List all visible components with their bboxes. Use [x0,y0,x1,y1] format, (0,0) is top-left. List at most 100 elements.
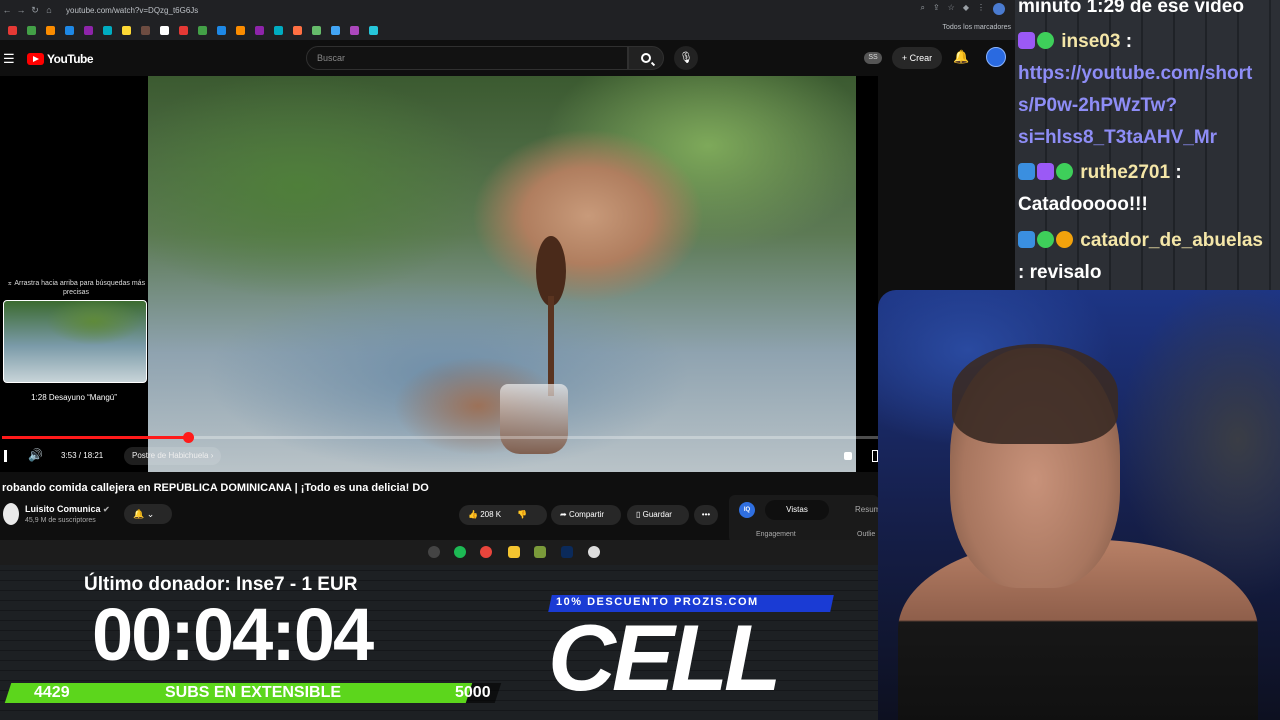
chat-link[interactable]: s/P0w-2hPWzTw? [1018,95,1177,117]
bookmark-icon[interactable] [84,25,93,35]
engagement-label: Engagement [756,531,796,538]
gift-badge-icon [1056,163,1073,180]
chrome-icon[interactable] [480,546,492,558]
bookmarks-folder[interactable]: Todos los marcadores [943,24,1011,31]
bookmark-icon[interactable] [274,25,283,35]
scrub-chapter-label: 1:28 Desayuno “Mangú” [31,393,117,402]
play-pause-icon[interactable] [4,450,7,462]
forward-icon[interactable]: → [14,5,28,15]
create-button[interactable]: + Crear [892,47,942,69]
bookmark-icon[interactable] [312,25,321,35]
channel-name[interactable]: Luisito Comunica ✔ [25,504,110,514]
bookmark-icon[interactable] [198,25,207,35]
bookmark-icon[interactable] [65,25,74,35]
youtube-logo[interactable]: YouTube [27,52,94,66]
chat-message: Catadooooo!!! [1018,194,1148,215]
outliers-label: Outlie [857,531,876,538]
obs-icon[interactable] [428,546,440,558]
iq-icon[interactable]: IQ [739,502,755,518]
channel-avatar[interactable] [3,503,19,525]
verified-icon: ✔ [103,505,110,514]
reload-icon[interactable]: ↻ [28,5,42,16]
bookmark-icon[interactable] [255,25,264,35]
save-button[interactable]: ▯ Guardar [627,505,689,525]
app-icon[interactable] [534,546,546,558]
player-controls: 🔊 3:53 / 18:21 Postre de Habichuela › [0,446,878,468]
url-text[interactable]: youtube.com/watch?v=DQzg_t6G6Js [66,6,198,15]
bookmark-icon[interactable] [331,25,340,35]
subscriber-count: 45,9 M de suscriptores [25,517,96,524]
bookmark-icon[interactable] [103,25,112,35]
menu-icon[interactable]: ⋮ [977,3,985,15]
tab-resumen[interactable]: Resum [855,505,880,514]
bookmark-icon[interactable] [27,25,36,35]
chat-username[interactable]: catador_de_abuelas [1080,230,1263,251]
bookmark-icon[interactable] [217,25,226,35]
share-icon[interactable]: ⇪ [933,3,940,15]
taskbar [0,540,878,565]
progress-handle[interactable] [182,432,194,443]
account-avatar[interactable] [986,47,1006,67]
notifications-icon[interactable]: 🔔 [953,49,969,65]
bookmark-icon[interactable] [122,25,131,35]
back-icon[interactable]: ← [0,5,14,15]
autoplay-icon[interactable] [844,452,852,460]
like-icon: 👍 [468,510,481,519]
bookmark-icon[interactable] [350,25,359,35]
bookmark-icon[interactable] [8,25,17,35]
extension-icon[interactable]: ◆ [963,3,969,15]
chapter-button[interactable]: Postre de Habichuela › [124,447,222,465]
sub-badge-icon [1018,32,1035,49]
video-player[interactable]: ⌅ Arrastra hacia arriba para búsquedas m… [0,76,878,472]
more-actions-button[interactable]: ••• [694,505,718,525]
chat-link[interactable]: si=hlss8_T3taAHV_Mr [1018,127,1217,149]
paint-icon[interactable] [588,546,600,558]
dislike-icon[interactable]: 👎 [517,510,527,519]
chat-username[interactable]: inse03 [1061,31,1120,52]
home-icon[interactable]: ⌂ [42,5,56,15]
video-frame[interactable] [148,76,856,472]
sub-badge-icon [1037,163,1054,180]
chat-message: : revisalo [1018,262,1102,283]
bookmark-icon: ▯ [636,510,643,519]
search-input[interactable]: Buscar [306,46,628,70]
bookmark-icon[interactable] [141,25,150,35]
volume-icon[interactable]: 🔊 [28,448,43,462]
bookmark-icon[interactable] [369,25,378,35]
hamburger-icon[interactable]: ☰ [3,51,15,67]
chat-message: inse03 : [1018,31,1132,53]
bookmark-icon[interactable] [179,25,188,35]
subs-goal-bar: 4429 SUBS EN EXTENSIBLE 5000 [4,681,502,705]
search-icon [641,53,651,63]
logo-text: YouTube [47,52,94,66]
share-button[interactable]: ➦ Compartir [551,505,621,525]
bookmark-icon[interactable] [236,25,245,35]
gift-badge-icon [1037,32,1054,49]
star-icon[interactable]: ☆ [948,3,955,15]
profile-avatar[interactable] [993,3,1005,15]
progress-bar[interactable] [2,432,878,443]
progress-fill [2,436,188,439]
browser-actions: ⌕ ⇪ ☆ ◆ ⋮ [920,3,1005,15]
bookmark-icon[interactable] [293,25,302,35]
bookmark-icon[interactable] [160,25,169,35]
subscription-bell-button[interactable]: 🔔 ⌄ [124,504,172,524]
address-bar[interactable]: ← → ↻ ⌂ youtube.com/watch?v=DQzg_t6G6Js … [0,0,1015,20]
spotify-icon[interactable] [454,546,466,558]
mic-icon[interactable]: 🎙 [674,46,698,70]
bookmarks-bar: Todos los marcadores [0,20,1015,40]
ss-badge: SS [864,52,882,64]
folder-icon[interactable] [508,546,520,558]
subs-label: SUBS EN EXTENSIBLE [165,684,342,701]
zoom-icon[interactable]: ⌕ [920,3,924,15]
search-button[interactable] [628,46,664,70]
streamer-hair [952,344,1118,444]
like-button[interactable]: 👍 208 K 👎 [459,505,547,525]
chat-username[interactable]: ruthe2701 [1080,162,1170,183]
photoshop-icon[interactable] [561,546,573,558]
bookmark-icon[interactable] [46,25,55,35]
stats-panel: IQ Vistas Resum Engagement Outlie [729,495,880,543]
chat-link[interactable]: https://youtube.com/short [1018,63,1252,85]
scrub-preview-panel: ⌅ Arrastra hacia arriba para búsquedas m… [0,76,148,472]
tab-vistas[interactable]: Vistas [765,500,829,520]
